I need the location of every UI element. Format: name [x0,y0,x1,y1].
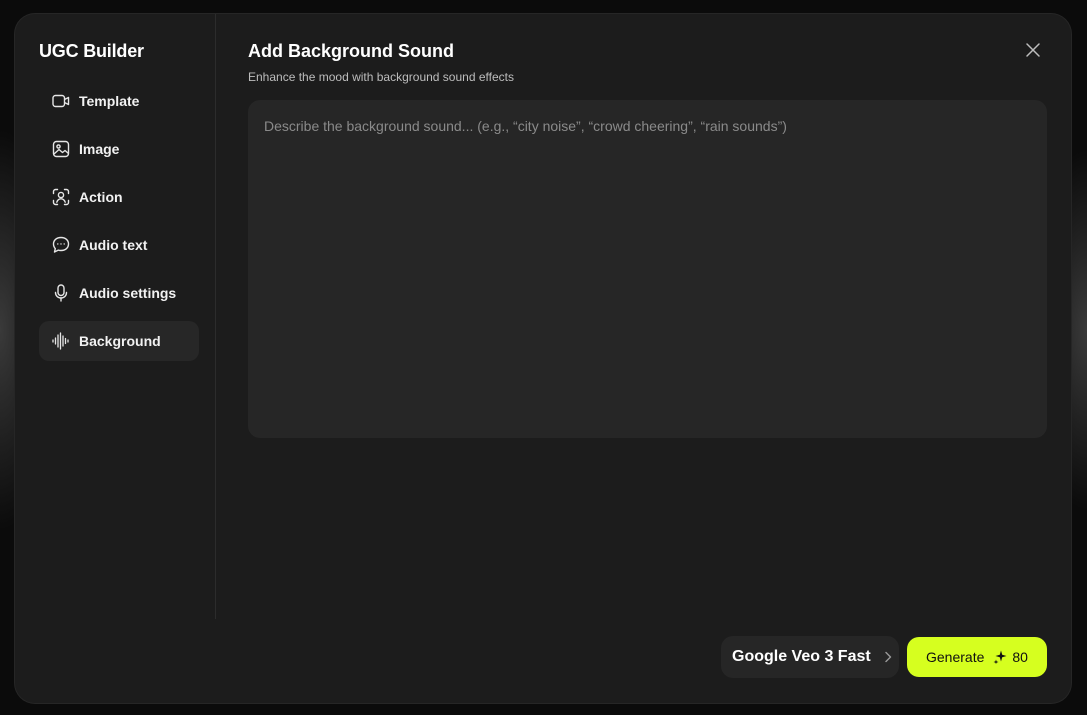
sidebar-item-label: Template [79,93,140,109]
model-selector-label: Google Veo 3 Fast [732,648,871,665]
model-selector-button[interactable]: Google Veo 3 Fast [721,636,899,678]
sidebar-item-background[interactable]: Background [39,321,199,361]
chat-bubble-icon [51,235,71,255]
sidebar-item-audio-text[interactable]: Audio text [39,225,199,265]
page-title: Add Background Sound [248,41,454,61]
microphone-icon [51,283,71,303]
close-icon [1025,42,1041,58]
sparkle-icon [993,650,1007,664]
chevron-right-icon [883,651,893,663]
ugc-builder-modal: UGC Builder Template Image Action Audio … [15,14,1071,703]
sidebar-item-label: Background [79,333,161,349]
sidebar-item-template[interactable]: Template [39,81,199,121]
audio-waveform-icon [51,331,71,351]
sidebar-item-label: Audio text [79,237,148,253]
sidebar-item-image[interactable]: Image [39,129,199,169]
sidebar: UGC Builder Template Image Action Audio … [15,14,216,619]
sidebar-item-audio-settings[interactable]: Audio settings [39,273,199,313]
sidebar-item-label: Image [79,141,120,157]
sidebar-title: UGC Builder [39,41,144,61]
person-focus-icon [51,187,71,207]
generate-button[interactable]: Generate 80 [907,637,1047,677]
sidebar-item-label: Audio settings [79,285,177,301]
sidebar-nav: Template Image Action Audio text Audio s… [39,81,199,369]
close-button[interactable] [1021,38,1045,62]
page-subtitle: Enhance the mood with background sound e… [248,70,514,84]
sidebar-item-action[interactable]: Action [39,177,199,217]
credit-cost: 80 [1012,649,1028,665]
background-sound-prompt-input[interactable] [248,100,1047,438]
video-camera-icon [51,91,71,111]
image-icon [51,139,71,159]
generate-button-label: Generate [926,649,985,665]
sidebar-item-label: Action [79,189,123,205]
